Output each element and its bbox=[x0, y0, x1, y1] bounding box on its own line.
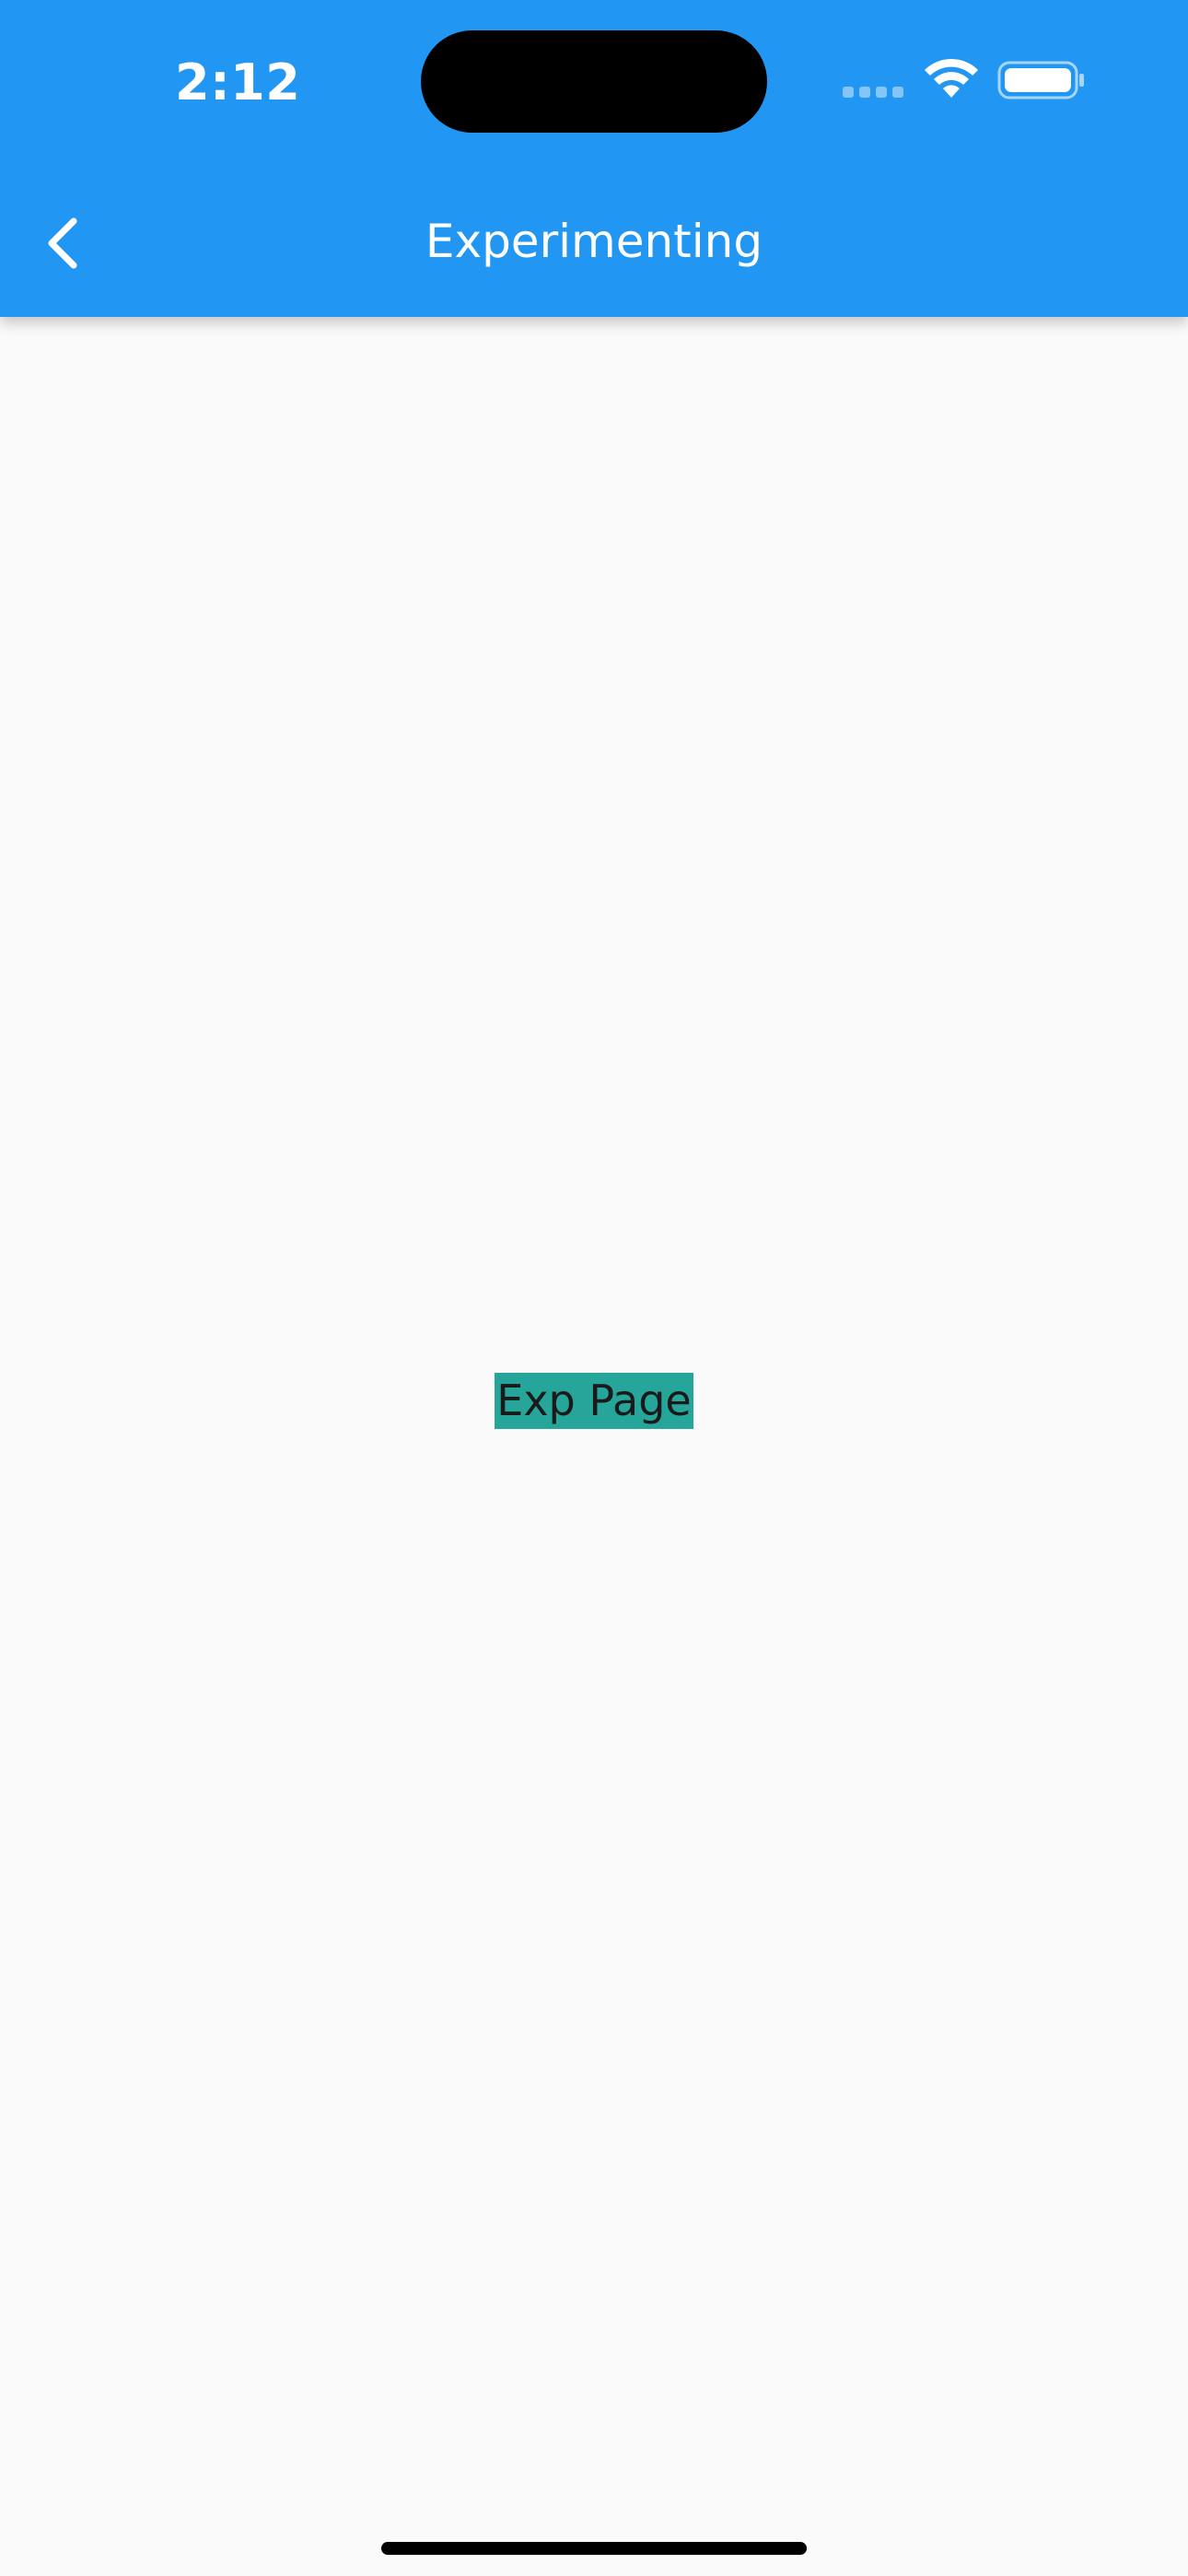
page-title: Experimenting bbox=[425, 215, 763, 268]
battery-icon bbox=[997, 61, 1084, 100]
status-time: 2:12 bbox=[175, 53, 301, 111]
signal-bar bbox=[876, 87, 887, 98]
wifi-icon bbox=[925, 58, 978, 98]
signal-bar bbox=[892, 87, 903, 98]
dynamic-island bbox=[421, 30, 767, 133]
exp-page-label: Exp Page bbox=[495, 1373, 693, 1429]
cellular-signal-icon bbox=[843, 87, 903, 98]
signal-bar bbox=[859, 87, 870, 98]
app-bar: 2:12 Experimenting bbox=[0, 0, 1188, 317]
home-indicator[interactable] bbox=[381, 2542, 807, 2555]
signal-bar bbox=[843, 87, 854, 98]
screen: 2:12 Experimenting Exp Page bbox=[0, 0, 1188, 2576]
